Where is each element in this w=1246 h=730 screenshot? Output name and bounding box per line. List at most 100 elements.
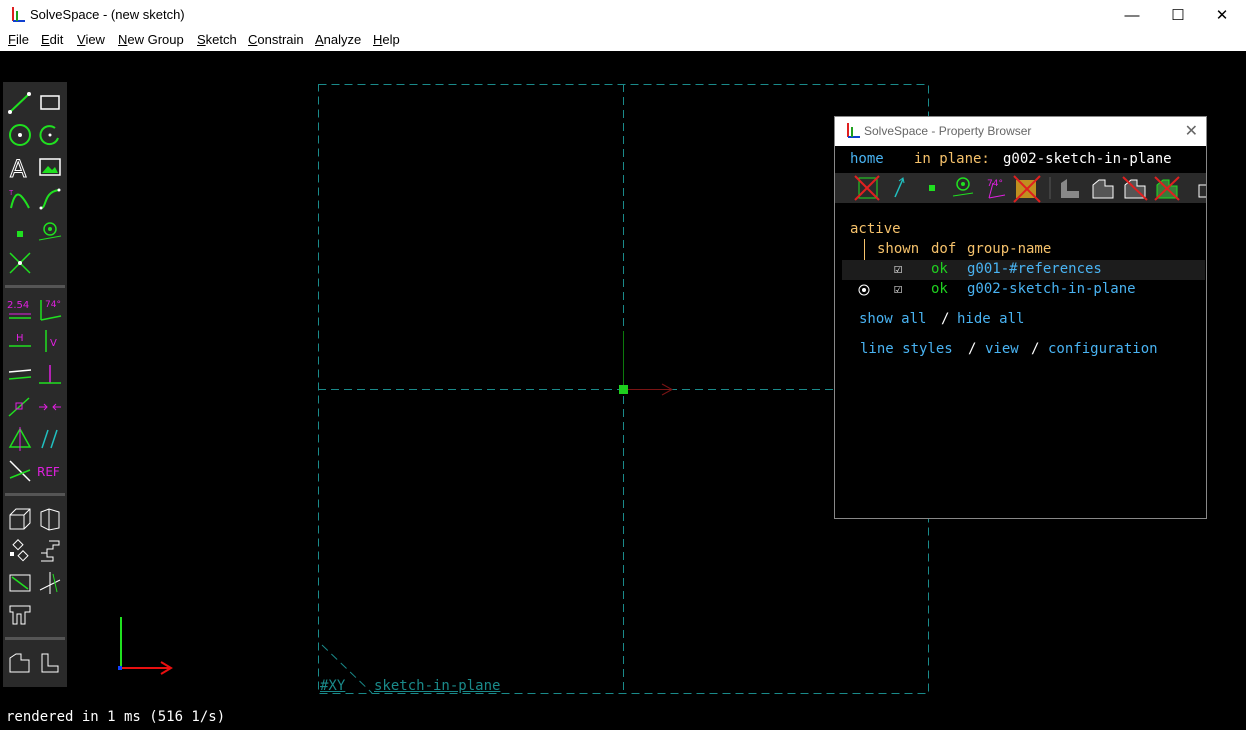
reference-icon: REF (37, 465, 60, 479)
text-icon: A (10, 155, 28, 181)
link-assembly-tool[interactable] (7, 602, 33, 628)
dof-status: ok (931, 261, 948, 277)
menu-view[interactable]: View (77, 32, 105, 47)
mesh-model-icon (1122, 176, 1148, 201)
same-orientation-tool[interactable] (37, 426, 63, 452)
hide-all-link[interactable]: hide all (957, 311, 1024, 327)
home-link[interactable]: home (850, 151, 884, 167)
visibility-toolbar: 74° (835, 173, 1210, 203)
horizontal-icon: H (9, 333, 31, 347)
solid-view-tool[interactable] (7, 650, 33, 676)
menu-sketch[interactable]: Sketch (197, 32, 237, 47)
solvespace-app-icon (847, 123, 860, 138)
tangent-arc-tool[interactable]: T (7, 186, 33, 212)
helix-tool[interactable] (37, 538, 63, 564)
close-button[interactable]: ✕ (1199, 0, 1245, 30)
menu-file[interactable]: File (8, 32, 29, 47)
maximize-button[interactable]: ☐ (1155, 0, 1201, 30)
point-tool[interactable] (7, 218, 33, 244)
dof-column-header: dof (931, 241, 957, 257)
menu-bar: File Edit View New Group Sketch Constrai… (0, 30, 1246, 52)
shown-checkbox[interactable]: ☑ (894, 281, 902, 297)
visibility-toolbar-icons: 74° (854, 175, 1210, 203)
angle-dimension-icon: 74° (40, 300, 62, 321)
svg-text:74°: 74° (987, 179, 1003, 189)
origin-point[interactable] (619, 385, 628, 394)
workplanes-toggle-icon (854, 175, 880, 201)
circle-tool[interactable] (7, 122, 33, 148)
close-icon[interactable]: ✕ (1185, 121, 1198, 141)
shown-column-header: shown (877, 241, 920, 257)
view-link[interactable]: view (985, 341, 1019, 357)
configuration-link[interactable]: configuration (1048, 341, 1158, 357)
edge-view-icon (41, 653, 59, 673)
point-icon (17, 231, 23, 237)
menu-constrain[interactable]: Constrain (248, 32, 304, 47)
point-on-line-tool[interactable] (7, 394, 33, 420)
symmetric-constraint-tool[interactable] (7, 426, 33, 452)
menu-edit[interactable]: Edit (41, 32, 63, 47)
spline-tool[interactable] (37, 186, 63, 212)
in-plane-value: g002-sketch-in-plane (1003, 151, 1172, 167)
svg-text:2.54: 2.54 (7, 300, 29, 311)
edge-view-tool[interactable] (37, 650, 63, 676)
arc-tool[interactable] (37, 122, 63, 148)
perpendicular-icon (39, 365, 61, 384)
property-browser-title: SolveSpace - Property Browser (864, 124, 1032, 138)
distance-dimension-tool[interactable]: 2.54 (7, 296, 33, 322)
dof-status: ok (931, 281, 948, 297)
group-label[interactable]: sketch-in-plane (374, 678, 500, 694)
horizontal-constraint-tool[interactable]: H (7, 328, 33, 354)
parallel-constraint-tool[interactable] (7, 362, 33, 388)
shaded-model-icon (1061, 179, 1079, 198)
line-icon (8, 92, 31, 114)
active-section-label: active (850, 221, 901, 237)
triad-z-axis (118, 666, 122, 670)
workplane-icon (9, 508, 31, 530)
line-tool[interactable] (7, 90, 33, 116)
coincident-constraint-tool[interactable] (37, 394, 63, 420)
split-curves-tool[interactable] (7, 250, 33, 276)
vertical-constraint-tool[interactable]: V (37, 328, 63, 354)
group-row[interactable]: ☑ ok g002-sketch-in-plane (842, 280, 1205, 300)
rectangle-tool[interactable] (37, 90, 63, 116)
svg-text:A: A (10, 155, 27, 180)
shown-checkbox[interactable]: ☑ (894, 261, 902, 277)
menu-analyze[interactable]: Analyze (315, 32, 361, 47)
property-browser-window: SolveSpace - Property Browser ✕ home in … (834, 116, 1210, 519)
group-name-link[interactable]: g002-sketch-in-plane (967, 281, 1136, 297)
image-tool[interactable] (37, 154, 63, 180)
group-name-column-header: group-name (967, 241, 1052, 257)
extrude-tool[interactable] (37, 506, 63, 532)
construction-tool[interactable] (37, 218, 63, 244)
lathe-tool[interactable] (7, 538, 33, 564)
sketch-in-2d-tool[interactable] (7, 570, 33, 596)
text-tool[interactable]: A (7, 154, 33, 181)
parallel-icon (8, 369, 32, 380)
point-on-line-icon (8, 397, 30, 417)
sketch-in-3d-tool[interactable] (37, 570, 63, 596)
menu-help[interactable]: Help (373, 32, 400, 47)
line-styles-link[interactable]: line styles (860, 341, 953, 357)
vertical-icon: V (45, 330, 57, 352)
other-supplementary-tool[interactable] (7, 458, 33, 484)
workplane-label[interactable]: #XY (320, 678, 345, 694)
show-all-link[interactable]: show all (859, 311, 926, 327)
image-icon (39, 158, 61, 176)
menu-new-group[interactable]: New Group (118, 32, 184, 47)
reference-tool[interactable]: REF (37, 458, 63, 484)
toolbar-separator (5, 637, 65, 640)
group-row[interactable]: ☑ ok g001-#references (842, 260, 1205, 280)
perpendicular-constraint-tool[interactable] (37, 362, 63, 388)
hidden-lines-icon (1198, 184, 1210, 198)
toolbar-separator (5, 493, 65, 496)
points-toggle-icon (929, 185, 935, 191)
separator-slash: / (941, 311, 950, 327)
angle-dimension-tool[interactable]: 74° (37, 296, 63, 322)
edges-model-icon (1092, 179, 1114, 199)
active-group-radio-icon[interactable] (858, 284, 870, 296)
solid-view-icon (9, 653, 30, 673)
minimize-button[interactable]: — (1109, 0, 1155, 30)
workplane-tool[interactable] (7, 506, 33, 532)
group-name-link[interactable]: g001-#references (967, 261, 1102, 277)
